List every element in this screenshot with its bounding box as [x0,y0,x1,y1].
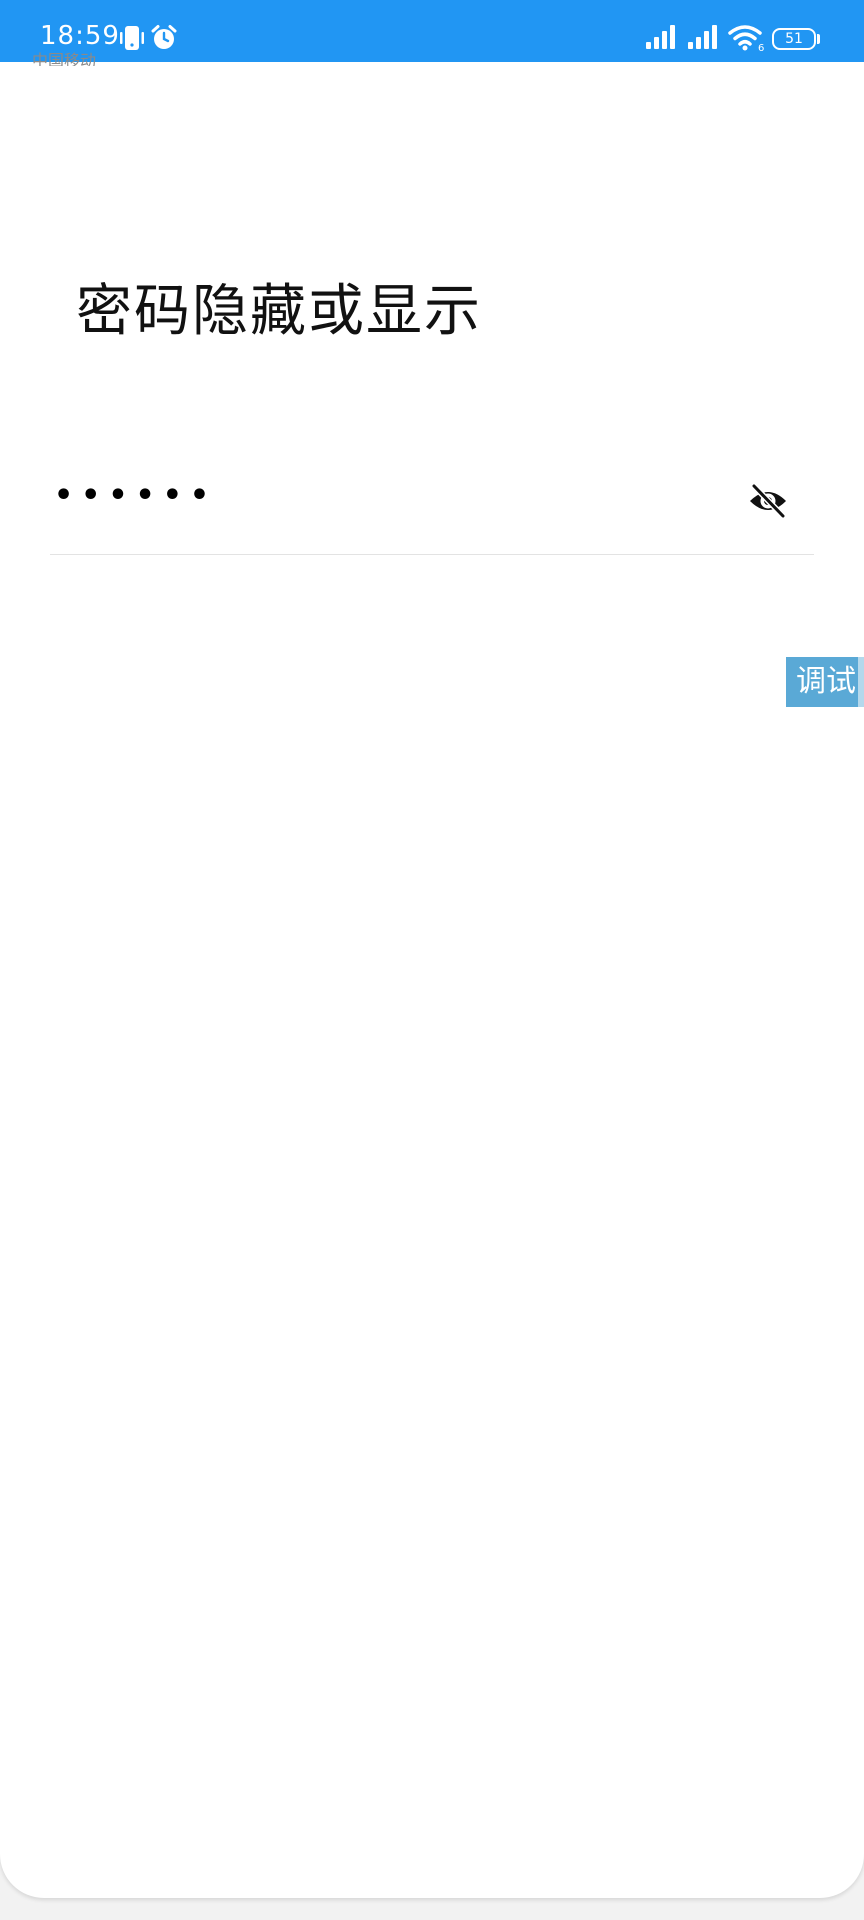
password-input-value[interactable]: •••••• [54,476,217,516]
app-screen: 18:59 6 51 中国移动 密码隐藏或显示 •••••• 调试 [0,0,864,1898]
phone-vibrate-icon [120,24,144,56]
svg-text:6: 6 [758,43,764,52]
password-field[interactable]: •••••• [50,470,814,555]
carrier-label: 中国移动 [32,52,97,66]
eye-off-icon[interactable] [746,482,790,520]
wifi-icon: 6 [728,24,766,56]
status-time: 18:59 [40,21,120,51]
signal-icon [645,24,679,54]
signal-icon [687,24,721,54]
status-bar: 18:59 6 51 [0,0,864,62]
battery-icon: 51 [772,28,816,50]
alarm-icon [150,24,178,56]
page-title: 密码隐藏或显示 [76,279,482,344]
battery-tip [817,34,820,44]
debug-button[interactable]: 调试 [786,657,864,707]
